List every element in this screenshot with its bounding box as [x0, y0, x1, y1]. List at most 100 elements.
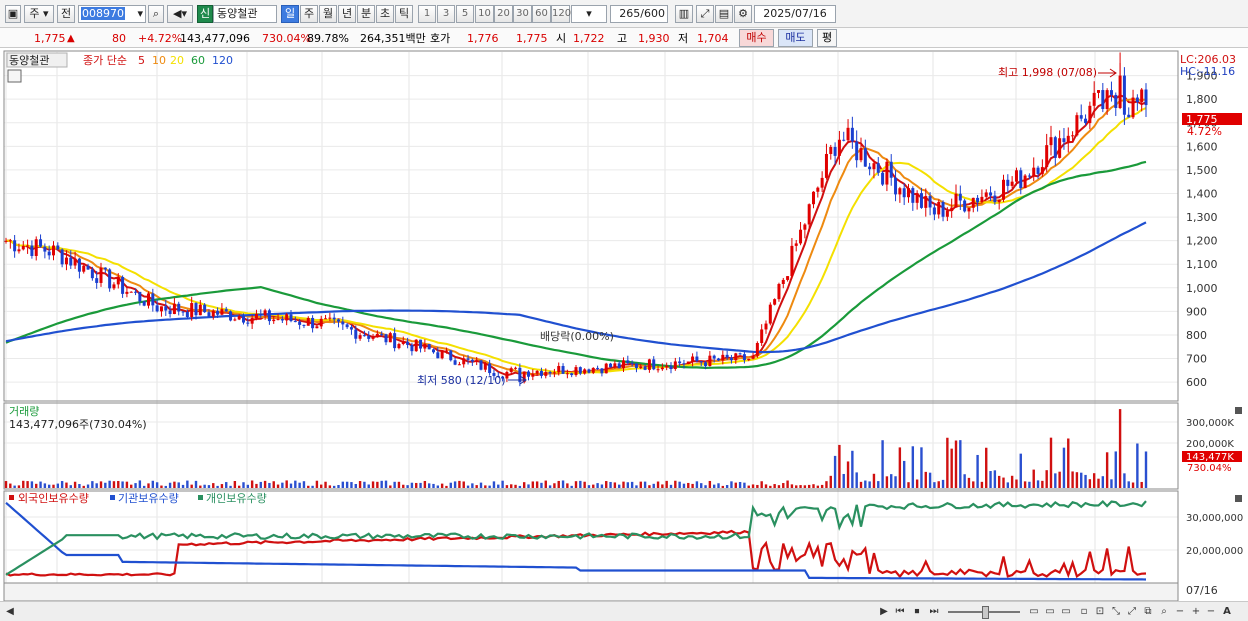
copy-icon[interactable]: ⧉ — [1142, 605, 1154, 619]
candle-body — [354, 329, 358, 339]
candle-body — [440, 350, 444, 359]
interval-button-1[interactable]: 3 — [437, 5, 455, 23]
volume-panel-close-icon[interactable] — [1235, 407, 1242, 414]
period-button-6[interactable]: 틱 — [395, 5, 413, 23]
prev-button[interactable]: 전 — [57, 5, 75, 23]
layout-icon-4[interactable]: ▫ — [1078, 605, 1090, 619]
zoom-slider-thumb[interactable] — [982, 606, 989, 619]
candle-body — [958, 193, 962, 201]
date-field[interactable]: 2025/07/16 — [754, 5, 836, 23]
interval-button-5[interactable]: 30 — [513, 5, 532, 23]
y-tick-label: 1,800 — [1186, 93, 1218, 106]
draw-tool-icon[interactable]: ⤢ — [696, 5, 714, 23]
candle-body — [371, 337, 375, 339]
volume-bar — [989, 471, 992, 488]
volume-bar — [881, 440, 884, 488]
eval-button[interactable]: 평 — [817, 29, 837, 47]
candle-body — [1097, 90, 1100, 93]
candle-body — [1032, 167, 1036, 177]
nav-play-icon[interactable]: ▶ — [878, 605, 890, 619]
period-button-3[interactable]: 년 — [338, 5, 356, 23]
holding-panel-close-icon[interactable] — [1235, 495, 1242, 502]
layout-icon-3[interactable]: ▭ — [1060, 605, 1072, 619]
interval-button-6[interactable]: 60 — [532, 5, 551, 23]
volume-bar — [1071, 471, 1074, 488]
layout-icon-2[interactable]: ▭ — [1044, 605, 1056, 619]
volume-bar — [22, 480, 25, 488]
panel-icon[interactable]: ▣ — [5, 5, 21, 23]
chart-scrollbar[interactable]: ◀ ▶ ⏮ ⏹ ⏭ ▭ ▭ ▭ ▫ ⊡ ⤡ ⤢ ⧉ ⌕ − + − A — [0, 601, 1248, 621]
stock-name-field[interactable]: 동양철관 — [213, 5, 277, 23]
scroll-left-icon[interactable]: ◀ — [4, 605, 16, 619]
code-dropdown-icon[interactable]: ▾ — [137, 6, 145, 22]
interval-button-3[interactable]: 10 — [475, 5, 494, 23]
count-field[interactable]: 265/600 — [610, 5, 668, 23]
legend-ma-120: 120 — [212, 54, 233, 67]
candle-body — [509, 368, 513, 372]
candle-body — [147, 293, 150, 306]
nav-first-icon[interactable]: ⏮ — [893, 605, 907, 619]
candle-body — [561, 366, 565, 374]
interval-button-2[interactable]: 5 — [456, 5, 474, 23]
period-button-1[interactable]: 주 — [300, 5, 318, 23]
zoom-in-icon[interactable]: + — [1190, 605, 1202, 619]
volume-bar — [147, 483, 150, 488]
zoom-search-icon[interactable]: ⌕ — [1158, 605, 1170, 619]
nav-stop-icon[interactable]: ⏹ — [910, 605, 924, 619]
volume-bar — [39, 481, 42, 488]
save-icon[interactable]: ▤ — [715, 5, 733, 23]
zoom-reset-icon[interactable]: − — [1205, 605, 1217, 619]
search-icon[interactable]: ⌕ — [148, 5, 164, 23]
draw-line-icon[interactable]: ⤡ — [1110, 605, 1122, 619]
volume-bar — [920, 447, 923, 488]
period-button-5[interactable]: 초 — [376, 5, 394, 23]
calculator-icon[interactable] — [7, 69, 22, 83]
volume-bar — [410, 482, 414, 488]
candle-body — [907, 188, 910, 198]
stock-chart[interactable]: 1,9001,8001,7001,6001,5001,4001,3001,200… — [0, 48, 1248, 601]
sell-button[interactable]: 매도 — [778, 29, 813, 47]
volume-bar — [993, 470, 997, 488]
candle-body — [211, 310, 215, 317]
stock-code-input[interactable]: 008970 ▾ — [78, 5, 146, 23]
volume-bar — [643, 481, 647, 488]
chart-style-icon[interactable]: ▥ — [675, 5, 693, 23]
volume-bar — [751, 484, 755, 488]
candle-body — [1002, 179, 1005, 200]
interval-dropdown[interactable]: ▾ — [571, 5, 607, 23]
volume-bar — [605, 481, 608, 488]
volume-bar — [104, 482, 107, 488]
trend-line-icon[interactable]: ⤢ — [1126, 605, 1138, 619]
interval-button-0[interactable]: 1 — [418, 5, 436, 23]
candle-body — [401, 341, 405, 344]
auto-scale-icon[interactable]: A — [1220, 605, 1234, 619]
period-button-0[interactable]: 일 — [281, 5, 299, 23]
volume-bar — [510, 484, 513, 488]
volume-bar — [354, 484, 357, 488]
period-button-4[interactable]: 분 — [357, 5, 375, 23]
buy-button[interactable]: 매수 — [739, 29, 774, 47]
candle-body — [678, 361, 682, 364]
fit-icon[interactable]: ⊡ — [1094, 605, 1106, 619]
type-select[interactable]: 주 ▾ — [24, 5, 54, 23]
interval-button-4[interactable]: 20 — [494, 5, 513, 23]
volume-bar — [160, 485, 163, 488]
nav-last-icon[interactable]: ⏭ — [927, 605, 941, 619]
volume-bar — [415, 482, 418, 488]
speaker-icon[interactable]: ◀▾ — [167, 5, 193, 23]
interval-button-7[interactable]: 120 — [551, 5, 571, 23]
volume-bar — [199, 485, 202, 488]
volume-bar — [1010, 475, 1014, 488]
layout-icon-1[interactable]: ▭ — [1028, 605, 1040, 619]
candle-body — [341, 321, 345, 325]
settings-gear-icon[interactable]: ⚙ — [734, 5, 752, 23]
y-tick-label: 1,200 — [1186, 235, 1218, 248]
zoom-out-icon[interactable]: − — [1174, 605, 1186, 619]
volume-bar — [540, 482, 543, 488]
period-button-2[interactable]: 월 — [319, 5, 337, 23]
candle-body — [725, 354, 729, 358]
volume-bar — [212, 483, 215, 488]
volume-bar — [419, 482, 422, 488]
volume-bar — [859, 481, 863, 488]
candle-body — [764, 323, 768, 330]
